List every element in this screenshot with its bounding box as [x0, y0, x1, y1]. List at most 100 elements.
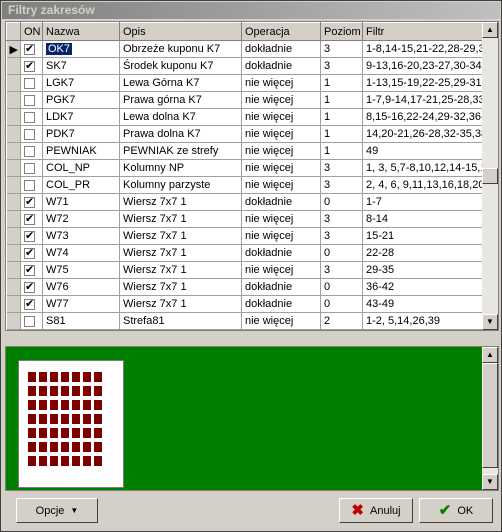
table-row[interactable]: PEWNIAK PEWNIAK ze strefy nie więcej 1 49	[6, 142, 484, 160]
row-filter-cell[interactable]: 43-49	[362, 295, 484, 313]
row-name-cell[interactable]: W73	[42, 227, 120, 245]
row-level-cell[interactable]: 3	[320, 210, 363, 228]
row-filter-cell[interactable]: 1, 3, 5,7-8,10,12,14-15,1	[362, 159, 484, 177]
column-header-description[interactable]: Opis	[119, 22, 242, 41]
row-indicator[interactable]	[6, 57, 21, 75]
row-operation-cell[interactable]: dokładnie	[241, 40, 321, 58]
row-name-cell[interactable]: PGK7	[42, 91, 120, 109]
row-description-cell[interactable]: Kolumny NP	[119, 159, 242, 177]
row-filter-cell[interactable]: 2, 4, 6, 9,11,13,16,18,20	[362, 176, 484, 194]
row-indicator[interactable]	[6, 74, 21, 92]
row-on-checkbox[interactable]	[24, 145, 35, 157]
row-on-cell[interactable]	[20, 278, 43, 296]
row-indicator[interactable]	[6, 193, 21, 211]
row-on-checkbox[interactable]	[24, 111, 35, 123]
row-on-checkbox[interactable]	[24, 179, 35, 191]
row-filter-cell[interactable]: 8,15-16,22-24,29-32,36-	[362, 108, 484, 126]
row-filter-cell[interactable]: 9-13,16-20,23-27,30-34,3	[362, 57, 484, 75]
row-on-checkbox[interactable]	[24, 212, 35, 225]
row-on-cell[interactable]	[20, 176, 43, 194]
row-level-cell[interactable]: 3	[320, 57, 363, 75]
row-indicator[interactable]	[6, 261, 21, 279]
row-on-cell[interactable]	[20, 108, 43, 126]
row-on-checkbox[interactable]	[24, 246, 35, 259]
row-on-cell[interactable]	[20, 312, 43, 330]
scroll-thumb[interactable]	[482, 168, 498, 184]
row-on-checkbox[interactable]	[24, 195, 35, 208]
row-operation-cell[interactable]: nie więcej	[241, 74, 321, 92]
row-on-cell[interactable]	[20, 193, 43, 211]
row-indicator[interactable]	[6, 210, 21, 228]
row-level-cell[interactable]: 3	[320, 261, 363, 279]
table-row[interactable]: W75 Wiersz 7x7 1nie więcej329-35	[6, 261, 484, 279]
table-row[interactable]: LDK7 Lewa dolna K7 nie więcej 1 8,15-16,22-2…	[6, 108, 484, 126]
row-level-cell[interactable]: 1	[320, 125, 363, 143]
row-operation-cell[interactable]: dokładnie	[241, 57, 321, 75]
row-name-cell[interactable]: PEWNIAK	[42, 142, 120, 160]
row-on-checkbox[interactable]	[24, 42, 35, 55]
row-indicator[interactable]	[6, 278, 21, 296]
row-on-cell[interactable]	[20, 244, 43, 262]
row-operation-cell[interactable]: dokładnie	[241, 244, 321, 262]
table-row[interactable]: PDK7 Prawa dolna K7 nie więcej 1 14,20-21,26…	[6, 125, 484, 143]
row-indicator[interactable]	[6, 159, 21, 177]
row-description-cell[interactable]: Wiersz 7x7 1	[119, 227, 242, 245]
row-on-cell[interactable]	[20, 74, 43, 92]
row-filter-cell[interactable]: 1-8,14-15,21-22,28-29,35	[362, 40, 484, 58]
row-level-cell[interactable]: 3	[320, 159, 363, 177]
grid-vertical-scrollbar[interactable]: ▲ ▼	[482, 22, 498, 330]
filters-grid[interactable]: ON Nazwa Opis Operacja Poziom Filtr ▶ OK7…	[5, 21, 499, 331]
row-indicator[interactable]	[6, 244, 21, 262]
row-name-cell[interactable]: OK7	[42, 40, 120, 58]
table-row[interactable]: W73 Wiersz 7x7 1nie więcej315-21	[6, 227, 484, 245]
row-level-cell[interactable]: 1	[320, 74, 363, 92]
row-operation-cell[interactable]: nie więcej	[241, 91, 321, 109]
row-description-cell[interactable]: Wiersz 7x7 1	[119, 278, 242, 296]
row-on-checkbox[interactable]	[24, 315, 35, 327]
cancel-button[interactable]: ✖ Anuluj	[339, 498, 413, 523]
row-on-cell[interactable]	[20, 142, 43, 160]
row-level-cell[interactable]: 3	[320, 40, 363, 58]
preview-scroll-up-button[interactable]: ▲	[482, 347, 498, 363]
row-description-cell[interactable]: Prawa górna K7	[119, 91, 242, 109]
row-on-cell[interactable]	[20, 210, 43, 228]
column-header-on[interactable]: ON	[20, 22, 43, 41]
row-description-cell[interactable]: PEWNIAK ze strefy	[119, 142, 242, 160]
row-indicator[interactable]	[6, 176, 21, 194]
row-name-cell[interactable]: COL_NP	[42, 159, 120, 177]
row-on-checkbox[interactable]	[24, 94, 35, 106]
row-on-cell[interactable]	[20, 125, 43, 143]
row-operation-cell[interactable]: nie więcej	[241, 261, 321, 279]
row-description-cell[interactable]: Wiersz 7x7 1	[119, 193, 242, 211]
row-level-cell[interactable]: 2	[320, 312, 363, 330]
row-operation-cell[interactable]: dokładnie	[241, 193, 321, 211]
row-description-cell[interactable]: Prawa dolna K7	[119, 125, 242, 143]
preview-vertical-scrollbar[interactable]: ▲ ▼	[482, 347, 498, 490]
row-name-cell[interactable]: SK7	[42, 57, 120, 75]
row-on-checkbox[interactable]	[24, 229, 35, 242]
table-row[interactable]: W74 Wiersz 7x7 1dokładnie022-28	[6, 244, 484, 262]
row-description-cell[interactable]: Lewa Górna K7	[119, 74, 242, 92]
row-indicator[interactable]	[6, 295, 21, 313]
row-operation-cell[interactable]: dokładnie	[241, 278, 321, 296]
row-level-cell[interactable]: 1	[320, 142, 363, 160]
row-name-cell[interactable]: W72	[42, 210, 120, 228]
row-filter-cell[interactable]: 22-28	[362, 244, 484, 262]
row-operation-cell[interactable]: nie więcej	[241, 312, 321, 330]
row-on-cell[interactable]	[20, 40, 43, 58]
row-indicator[interactable]	[6, 108, 21, 126]
options-button[interactable]: Opcje ▼	[16, 498, 98, 523]
row-on-checkbox[interactable]	[24, 297, 35, 310]
row-description-cell[interactable]: Wiersz 7x7 1	[119, 295, 242, 313]
row-operation-cell[interactable]: nie więcej	[241, 125, 321, 143]
preview-scroll-down-button[interactable]: ▼	[482, 474, 498, 490]
row-indicator[interactable]	[6, 91, 21, 109]
table-row[interactable]: W76 Wiersz 7x7 1dokładnie036-42	[6, 278, 484, 296]
row-on-checkbox[interactable]	[24, 280, 35, 293]
row-on-cell[interactable]	[20, 159, 43, 177]
row-on-cell[interactable]	[20, 227, 43, 245]
row-level-cell[interactable]: 0	[320, 295, 363, 313]
table-row[interactable]: W71 Wiersz 7x7 1dokładnie01-7	[6, 193, 484, 211]
row-on-checkbox[interactable]	[24, 59, 35, 72]
row-description-cell[interactable]: Wiersz 7x7 1	[119, 261, 242, 279]
